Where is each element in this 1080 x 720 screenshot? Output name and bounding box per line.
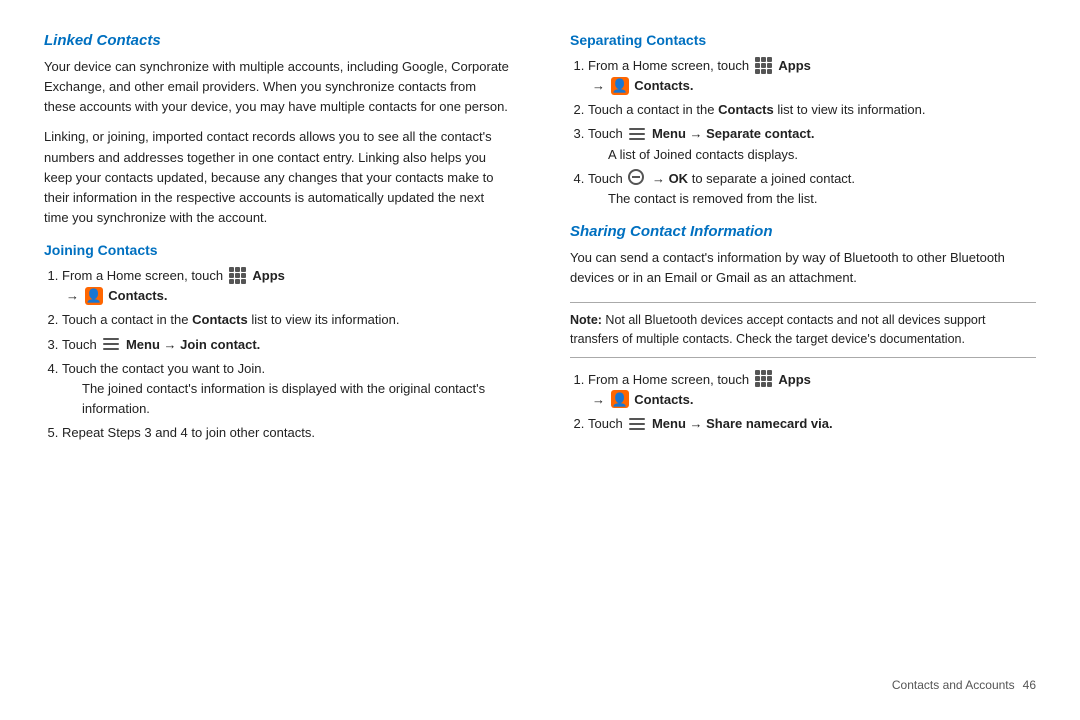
joining-steps-list: From a Home screen, touch Apps → xyxy=(62,266,510,443)
footer: Contacts and Accounts 46 xyxy=(44,670,1036,692)
minus-icon xyxy=(628,169,646,187)
apps-icon-2 xyxy=(755,57,773,75)
contacts-person-icon: 👤 xyxy=(86,289,102,302)
footer-page: 46 xyxy=(1023,678,1036,692)
share-step1-apps: Apps xyxy=(778,372,811,387)
sep-step2-prefix: Touch a contact in the xyxy=(588,102,714,117)
right-column: Separating Contacts From a Home screen, … xyxy=(560,32,1036,670)
joining-step-4: Touch the contact you want to Join. The … xyxy=(62,359,510,419)
content-area: Linked Contacts Your device can synchron… xyxy=(44,32,1036,670)
left-column: Linked Contacts Your device can synchron… xyxy=(44,32,520,670)
note-text: Not all Bluetooth devices accept contact… xyxy=(570,313,986,346)
page: Linked Contacts Your device can synchron… xyxy=(0,0,1080,720)
apps-icon xyxy=(229,267,247,285)
linked-contacts-para1: Your device can synchronize with multipl… xyxy=(44,57,510,117)
sep-step1-prefix: From a Home screen, touch xyxy=(588,58,749,73)
sep-step1-apps: Apps xyxy=(778,58,811,73)
separating-step-2: Touch a contact in the Contacts list to … xyxy=(588,100,1036,120)
joining-step2-suffix: list to view its information. xyxy=(251,312,399,327)
joining-step3-bold: Menu → Join contact. xyxy=(126,337,260,352)
joining-step-2: Touch a contact in the Contacts list to … xyxy=(62,310,510,330)
separating-contacts-section: Separating Contacts From a Home screen, … xyxy=(570,32,1036,209)
joining-contacts-section: Joining Contacts From a Home screen, tou… xyxy=(44,242,510,443)
separating-step-4: Touch → OK to separate a joined contact.… xyxy=(588,169,1036,209)
joining-step4-sub: The joined contact's information is disp… xyxy=(82,379,510,419)
share-step-1: From a Home screen, touch Apps → xyxy=(588,370,1036,410)
sharing-contact-title: Sharing Contact Information xyxy=(570,223,1036,240)
separating-step-1: From a Home screen, touch Apps → xyxy=(588,56,1036,96)
sep-step4-prefix: Touch xyxy=(588,171,623,186)
joining-step1-arrow: → xyxy=(66,288,83,303)
joining-step5-text: Repeat Steps 3 and 4 to join other conta… xyxy=(62,425,315,440)
share-step2-prefix: Touch xyxy=(588,416,623,431)
share-steps-list: From a Home screen, touch Apps → xyxy=(588,370,1036,434)
joining-step2-prefix: Touch a contact in the xyxy=(62,312,188,327)
apps-icon-3 xyxy=(755,370,773,388)
joining-step-1: From a Home screen, touch Apps → xyxy=(62,266,510,306)
sep-step1-contacts: Contacts xyxy=(634,78,690,93)
joining-step1-apps-label: Apps xyxy=(252,268,285,283)
sep-step4-suffix: to separate a joined contact. xyxy=(692,171,855,186)
share-steps-section: From a Home screen, touch Apps → xyxy=(570,370,1036,434)
linked-contacts-section: Linked Contacts Your device can synchron… xyxy=(44,32,510,228)
linked-contacts-title: Linked Contacts xyxy=(44,32,510,49)
separating-contacts-title: Separating Contacts xyxy=(570,32,1036,48)
joining-step4-text: Touch the contact you want to Join. xyxy=(62,361,265,376)
contacts-icon-1: 👤 xyxy=(85,287,103,305)
joining-step-5: Repeat Steps 3 and 4 to join other conta… xyxy=(62,423,510,443)
sep-step3-prefix: Touch xyxy=(588,126,623,141)
note-label: Note: xyxy=(570,313,602,327)
joining-step-3: Touch Menu → Join contact. xyxy=(62,335,510,355)
share-step2-bold: Menu → Share namecard via. xyxy=(652,416,833,431)
sep-step3-sub: A list of Joined contacts displays. xyxy=(608,145,1036,165)
share-step1-prefix: From a Home screen, touch xyxy=(588,372,749,387)
sharing-contact-para1: You can send a contact's information by … xyxy=(570,248,1036,288)
sep-step3-bold: Menu → Separate contact. xyxy=(652,126,815,141)
menu-icon-2 xyxy=(628,127,646,141)
joining-step1-contacts-label: Contacts xyxy=(108,288,164,303)
linked-contacts-para2: Linking, or joining, imported contact re… xyxy=(44,127,510,228)
contacts-icon-2: 👤 xyxy=(611,77,629,95)
contacts-icon-3: 👤 xyxy=(611,390,629,408)
separating-steps-list: From a Home screen, touch Apps → xyxy=(588,56,1036,209)
footer-label: Contacts and Accounts xyxy=(892,678,1015,692)
sep-step2-suffix: list to view its information. xyxy=(777,102,925,117)
separating-step-3: Touch Menu → Separate contact. A list of… xyxy=(588,124,1036,164)
sep-step4-bold: → OK xyxy=(652,171,688,186)
joining-contacts-title: Joining Contacts xyxy=(44,242,510,258)
joining-step2-contacts-bold: Contacts xyxy=(192,312,248,327)
note-box: Note: Not all Bluetooth devices accept c… xyxy=(570,302,1036,358)
sep-step2-contacts-bold: Contacts xyxy=(718,102,774,117)
menu-icon-1 xyxy=(102,337,120,351)
joining-step3-prefix: Touch xyxy=(62,337,97,352)
joining-step1-text: From a Home screen, touch xyxy=(62,268,223,283)
share-step1-contacts: Contacts xyxy=(634,392,690,407)
sharing-contact-section: Sharing Contact Information You can send… xyxy=(570,223,1036,288)
menu-icon-3 xyxy=(628,417,646,431)
sep-step4-sub: The contact is removed from the list. xyxy=(608,189,1036,209)
share-step-2: Touch Menu → Share namecard via. xyxy=(588,414,1036,434)
